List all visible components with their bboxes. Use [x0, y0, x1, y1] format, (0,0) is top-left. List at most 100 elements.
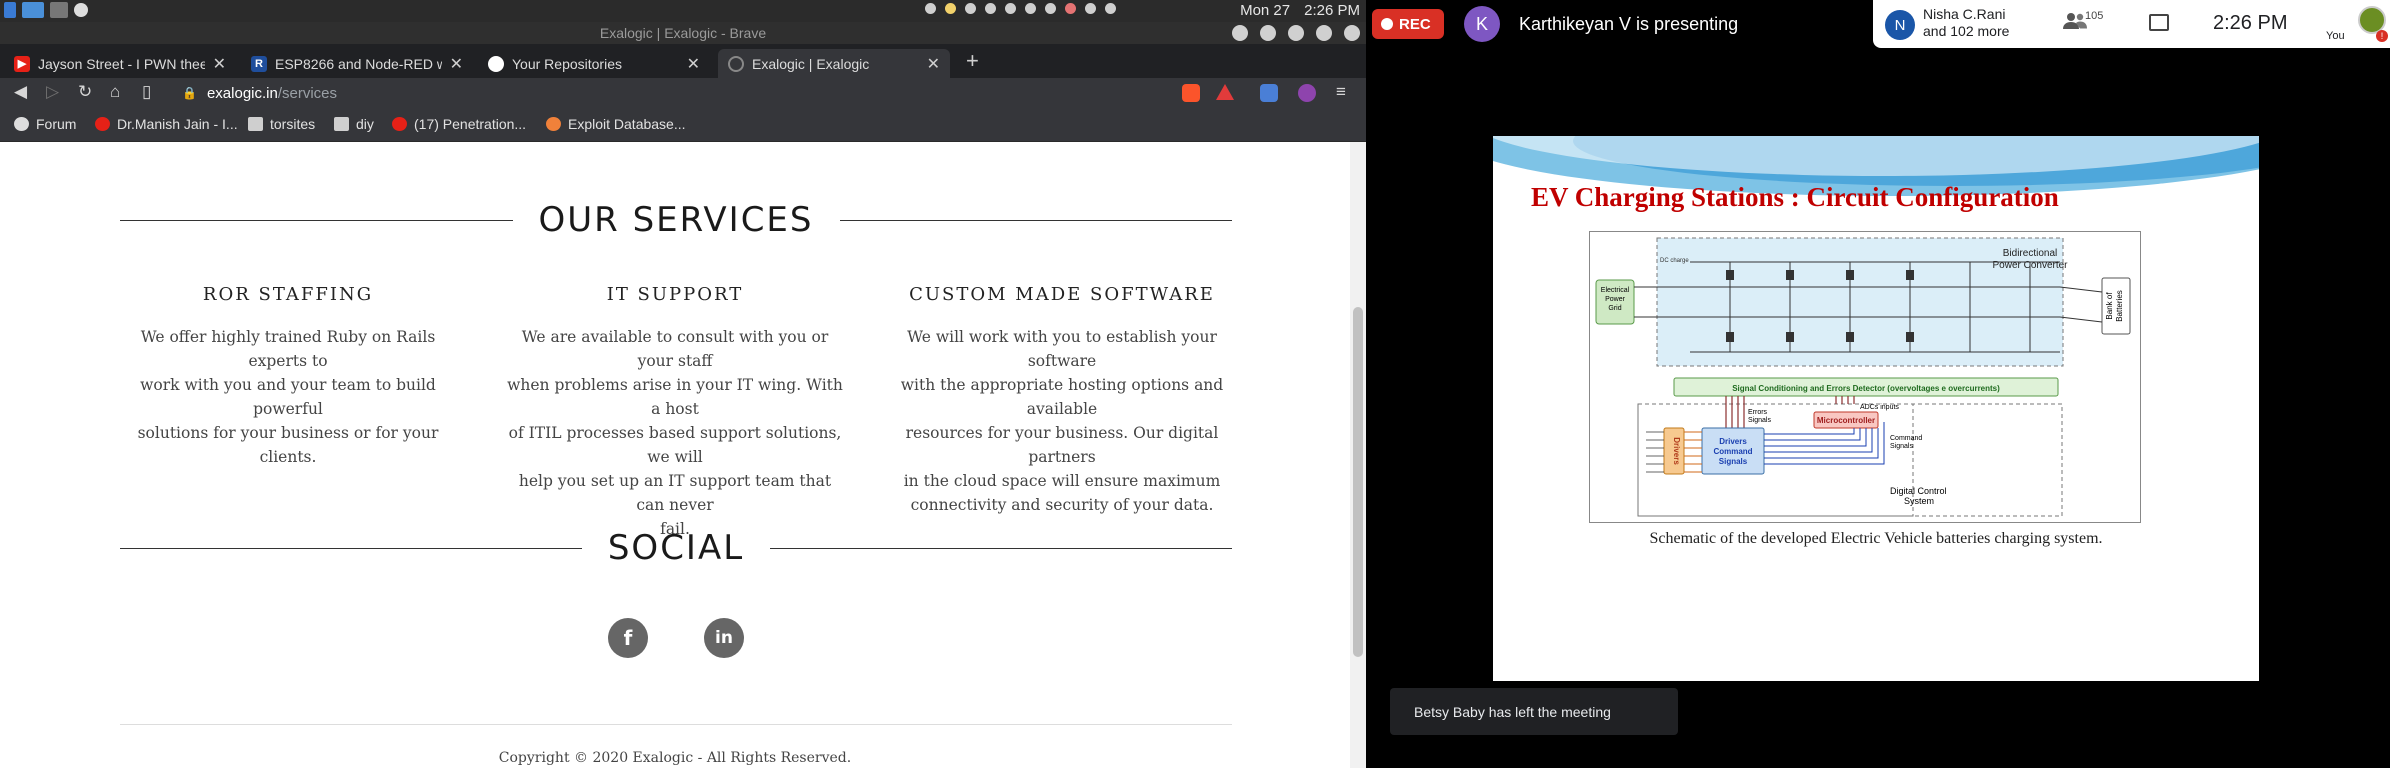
- meeting-notification-toast: Betsy Baby has left the meeting: [1390, 688, 1678, 735]
- tab-label: ESP8266 and Node-RED with MQTT: [275, 55, 442, 72]
- window-shade-button[interactable]: [1232, 25, 1248, 41]
- drivers-command-line: Command: [1713, 447, 1752, 456]
- new-tab-button[interactable]: +: [966, 48, 979, 74]
- scrollbar-thumb[interactable]: [1353, 307, 1363, 657]
- participant-summary[interactable]: Nisha C.Rani and 102 more: [1923, 6, 2009, 40]
- window-close-button[interactable]: [1344, 25, 1360, 41]
- participant-more: and 102 more: [1923, 23, 2010, 39]
- window-stick-button[interactable]: [1260, 25, 1276, 41]
- presenter-status: Karthikeyan V is presenting: [1519, 14, 1739, 34]
- bookmark-forum[interactable]: Forum: [14, 116, 76, 132]
- meeting-pane: REC K Karthikeyan V is presenting N Nish…: [1366, 0, 2390, 768]
- profile-avatar-icon[interactable]: [1298, 84, 1316, 102]
- translate-extension-icon[interactable]: [1260, 84, 1278, 102]
- tab-label: Jayson Street - I PWN thee I PWN: [38, 55, 205, 72]
- errors-signals-line: Signals: [1748, 417, 1771, 424]
- bookmark-diy[interactable]: diy: [334, 116, 374, 132]
- microphone-icon[interactable]: [1065, 3, 1076, 14]
- clipboard-icon[interactable]: [965, 3, 976, 14]
- back-icon[interactable]: ◀: [14, 82, 27, 102]
- divider: [120, 547, 582, 549]
- close-icon[interactable]: ✕: [213, 54, 226, 74]
- folder-icon: [334, 117, 349, 131]
- drivers-label: Drivers: [1672, 437, 1681, 465]
- facebook-icon[interactable]: f: [608, 618, 648, 658]
- social-heading: SOCIAL: [607, 528, 745, 568]
- bookmark-torsites[interactable]: torsites: [248, 116, 315, 132]
- meeting-clock: 2:26 PM: [2213, 12, 2288, 34]
- address-bar[interactable]: 🔒 exalogic.in/services: [176, 82, 1176, 104]
- forward-icon[interactable]: ▷: [46, 82, 59, 102]
- address-host: exalogic.in: [206, 84, 278, 102]
- dc-charge-label: DC charge: [1660, 258, 1689, 264]
- reload-icon[interactable]: ↻: [78, 82, 92, 102]
- desktop-switcher-icon[interactable]: [22, 2, 44, 18]
- bookmark-label: diy: [356, 116, 374, 132]
- adcs-inputs-label: ADCs inputs: [1860, 404, 1899, 411]
- tab-esp8266[interactable]: R ESP8266 and Node-RED with MQTT ✕: [241, 49, 473, 78]
- tab-exalogic[interactable]: Exalogic | Exalogic ✕: [718, 49, 950, 78]
- github-icon: [488, 55, 504, 72]
- service-custom-software: CUSTOM MADE SOFTWARE We will work with y…: [892, 284, 1232, 517]
- system-top-bar: Mon 27 2:26 PM: [0, 0, 1366, 22]
- recording-badge[interactable]: REC: [1372, 9, 1444, 39]
- bookmark-label: Dr.Manish Jain - I...: [117, 116, 238, 132]
- divider: [120, 219, 513, 221]
- status-circle-icon: [74, 3, 88, 17]
- drivers-command-line: Signals: [1719, 457, 1748, 466]
- divider: [839, 219, 1232, 221]
- close-icon[interactable]: ✕: [927, 54, 940, 74]
- brave-shields-icon[interactable]: [1182, 84, 1200, 102]
- notifications-icon[interactable]: [1045, 3, 1056, 14]
- grid-label-line: Electrical: [1601, 287, 1630, 294]
- recording-label: REC: [1399, 15, 1431, 33]
- command-signals-line: Signals: [1890, 443, 1913, 450]
- randomnerd-icon: R: [251, 55, 267, 72]
- services-heading-row: OUR SERVICES: [120, 200, 1232, 240]
- window-minimize-button[interactable]: [1288, 25, 1304, 41]
- page-scrollbar[interactable]: [1350, 142, 1366, 768]
- bookmark-exploit-database[interactable]: Exploit Database...: [546, 116, 686, 132]
- brave-rewards-icon[interactable]: [1216, 84, 1234, 100]
- exploitdb-icon: [546, 117, 561, 131]
- window-maximize-button[interactable]: [1316, 25, 1332, 41]
- service-ror-staffing: ROR STAFFING We offer highly trained Rub…: [118, 284, 458, 469]
- menu-icon[interactable]: ≡: [1336, 82, 1346, 102]
- globe-icon: [728, 55, 744, 72]
- bookmarks-bar: Forum Dr.Manish Jain - I... torsites diy…: [0, 108, 1366, 142]
- youtube-icon: [95, 117, 110, 131]
- terminal-launcher-icon[interactable]: [50, 2, 68, 18]
- service-it-support: IT SUPPORT We are available to consult w…: [505, 284, 845, 541]
- dropdown-icon[interactable]: [1105, 3, 1116, 14]
- tab-your-repositories[interactable]: Your Repositories ✕: [478, 49, 710, 78]
- gate-output-lines: [1646, 431, 1664, 473]
- bookmark-dr-manish-jain[interactable]: Dr.Manish Jain - I...: [95, 116, 238, 132]
- bookmark-label: (17) Penetration...: [414, 116, 527, 132]
- circuit-diagram-svg: Bidirectional Power Converter Electrical…: [1595, 237, 2131, 517]
- window-title: Exalogic | Exalogic - Brave: [599, 25, 767, 41]
- network-icon[interactable]: [925, 3, 936, 14]
- close-icon[interactable]: ✕: [687, 54, 700, 74]
- app-menu-icon[interactable]: [4, 2, 16, 18]
- service-title: ROR STAFFING: [202, 284, 374, 305]
- display-icon[interactable]: [1085, 3, 1096, 14]
- weather-icon[interactable]: [945, 3, 956, 14]
- close-icon[interactable]: ✕: [450, 54, 463, 74]
- bluetooth-icon[interactable]: [1025, 3, 1036, 14]
- meeting-top-bar: REC K Karthikeyan V is presenting N Nish…: [1366, 0, 2390, 48]
- system-date: Mon 27: [1240, 2, 1291, 19]
- service-title: IT SUPPORT: [606, 284, 744, 305]
- volume-icon[interactable]: [985, 3, 996, 14]
- bookmark-penetration[interactable]: (17) Penetration...: [392, 116, 526, 132]
- tab-jayson-street[interactable]: ▶ Jayson Street - I PWN thee I PWN ✕: [4, 49, 236, 78]
- chat-icon[interactable]: [2149, 14, 2169, 31]
- lock-icon[interactable]: 🔒: [182, 86, 197, 100]
- battery-icon[interactable]: [1005, 3, 1016, 14]
- system-clock[interactable]: Mon 27 2:26 PM: [1240, 2, 1360, 19]
- alert-icon: !: [2376, 30, 2388, 42]
- people-icon[interactable]: [2063, 12, 2087, 35]
- bookmark-icon[interactable]: ▯: [142, 82, 151, 102]
- home-icon[interactable]: ⌂: [110, 82, 120, 102]
- linkedin-icon[interactable]: in: [704, 618, 744, 658]
- bookmark-label: Exploit Database...: [568, 116, 686, 132]
